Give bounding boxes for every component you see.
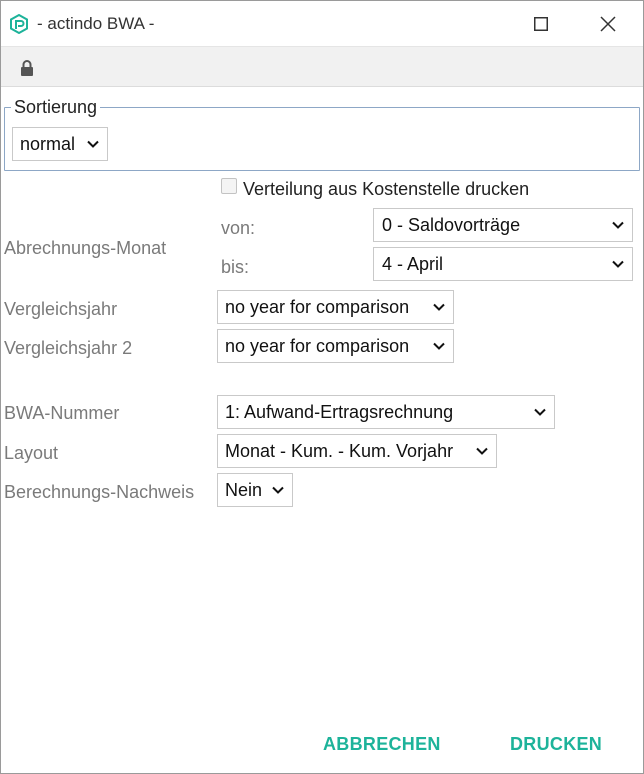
von-value: 0 - Saldovorträge — [382, 214, 521, 235]
chevron-down-icon — [87, 140, 99, 148]
vergleichsjahr2-label: Vergleichsjahr 2 — [4, 338, 133, 358]
abrechnungs-monat-label: Abrechnungs-Monat — [4, 238, 167, 258]
chevron-down-icon — [476, 447, 488, 455]
layout-value: Monat - Kum. - Kum. Vorjahr — [225, 440, 454, 461]
chevron-down-icon — [433, 342, 445, 350]
dialog-window: - actindo BWA - Sortierung normal Vertei… — [0, 0, 644, 774]
title-bar: - actindo BWA - — [1, 1, 643, 47]
maximize-button[interactable] — [526, 9, 556, 39]
bwa-nummer-select[interactable]: 1: Aufwand-Ertragsrechnung — [217, 395, 555, 429]
berechnungs-nachweis-select[interactable]: Nein — [217, 473, 293, 507]
bwa-nummer-value: 1: Aufwand-Ertragsrechnung — [225, 401, 454, 422]
bis-select[interactable]: 4 - April — [373, 247, 633, 281]
von-select[interactable]: 0 - Saldovorträge — [373, 208, 633, 242]
lock-icon — [21, 60, 33, 76]
maximize-icon — [534, 17, 548, 31]
cancel-button[interactable]: ABBRECHEN — [323, 734, 441, 755]
sortierung-select[interactable]: normal — [12, 127, 108, 161]
vergleichsjahr-value: no year for comparison — [225, 296, 410, 317]
actindo-logo-icon — [10, 14, 28, 34]
vergleichsjahr-label: Vergleichsjahr — [4, 299, 118, 319]
close-icon — [600, 16, 616, 32]
verteilung-checkbox[interactable] — [221, 178, 237, 194]
vergleichsjahr-select[interactable]: no year for comparison — [217, 290, 454, 324]
vergleichsjahr2-value: no year for comparison — [225, 335, 410, 356]
address-bar — [1, 47, 643, 87]
von-label: von: — [221, 218, 256, 238]
chevron-down-icon — [433, 303, 445, 311]
vergleichsjahr2-select[interactable]: no year for comparison — [217, 329, 454, 363]
chevron-down-icon — [612, 260, 624, 268]
layout-select[interactable]: Monat - Kum. - Kum. Vorjahr — [217, 434, 497, 468]
close-button[interactable] — [593, 9, 623, 39]
print-button[interactable]: DRUCKEN — [510, 734, 602, 755]
bis-value: 4 - April — [382, 253, 444, 274]
sortierung-value: normal — [20, 133, 76, 154]
berechnungs-nachweis-label: Berechnungs-Nachweis — [4, 482, 195, 502]
verteilung-label: Verteilung aus Kostenstelle drucken — [243, 179, 530, 199]
chevron-down-icon — [272, 486, 284, 494]
window-title: - actindo BWA - — [37, 14, 155, 33]
chevron-down-icon — [612, 221, 624, 229]
bis-label: bis: — [221, 257, 250, 277]
bwa-nummer-label: BWA-Nummer — [4, 403, 120, 423]
layout-label: Layout — [4, 443, 59, 463]
chevron-down-icon — [534, 408, 546, 416]
berechnungs-nachweis-value: Nein — [225, 479, 263, 500]
sortierung-legend: Sortierung — [14, 97, 98, 117]
